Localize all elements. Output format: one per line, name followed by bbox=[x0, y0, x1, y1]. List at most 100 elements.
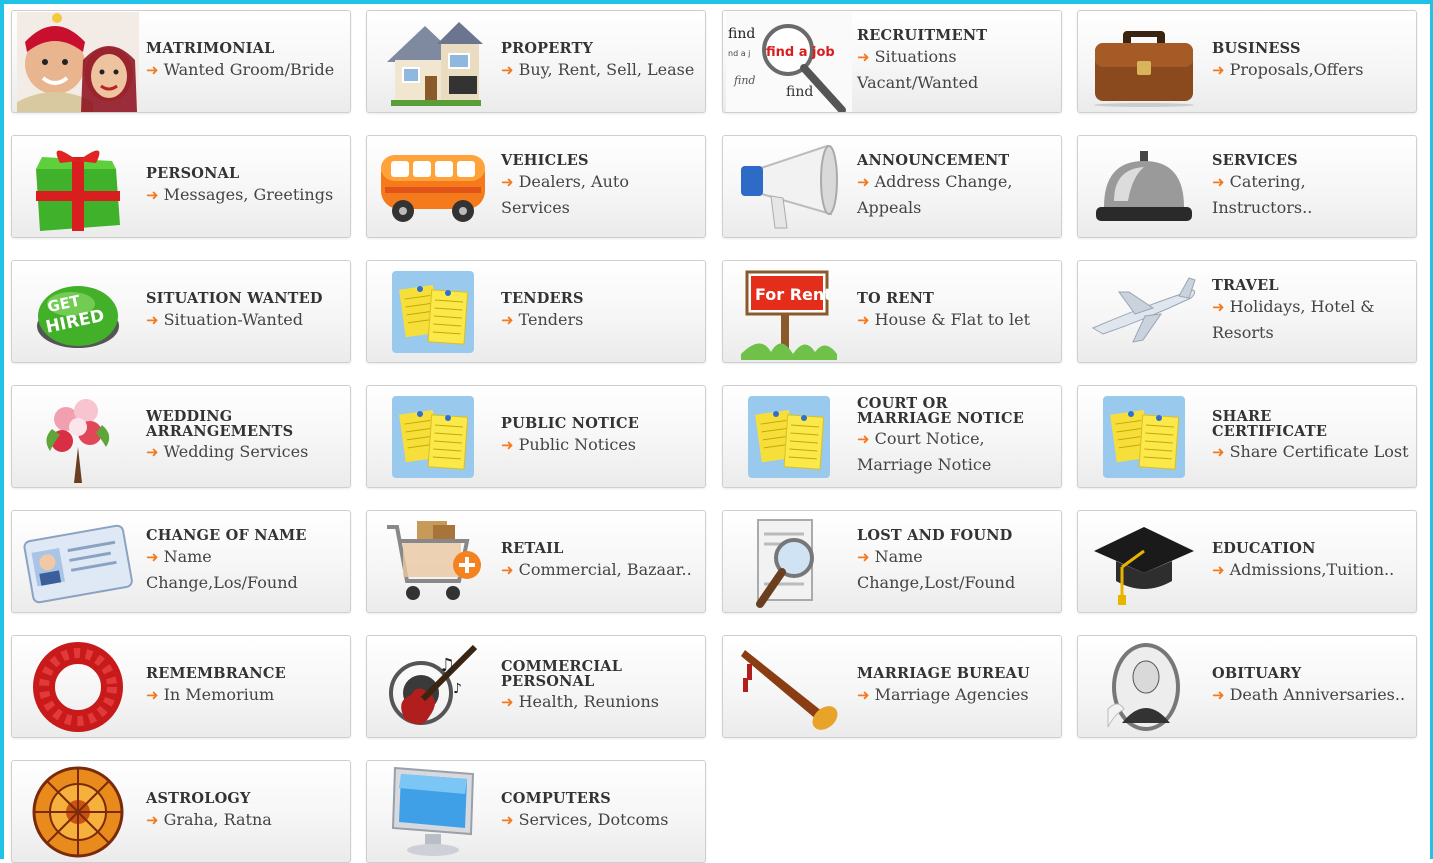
category-description-text: Wedding Services bbox=[163, 441, 309, 461]
category-title: EDUCATION bbox=[1212, 539, 1316, 557]
computer-monitor-icon bbox=[369, 763, 497, 861]
category-card-change-of-name[interactable]: CHANGE OF NAME ➜ Name Change,Los/Found bbox=[11, 510, 351, 613]
category-title: SHARE CERTIFICATE bbox=[1212, 407, 1328, 440]
category-description-text: Dealers, Auto Services bbox=[501, 171, 629, 217]
arrow-icon: ➜ bbox=[1212, 297, 1225, 316]
category-card-marriage-bureau[interactable]: MARRIAGE BUREAU ➜ Marriage Agencies bbox=[722, 635, 1062, 738]
category-card-obituary[interactable]: OBITUARY ➜ Death Anniversaries.. bbox=[1077, 635, 1417, 738]
arrow-icon: ➜ bbox=[1212, 172, 1225, 191]
category-text: SITUATION WANTED ➜ Situation-Wanted bbox=[146, 261, 344, 362]
arrow-icon: ➜ bbox=[1212, 685, 1225, 704]
category-text: PERSONAL ➜ Messages, Greetings bbox=[146, 136, 344, 237]
category-text: EDUCATION ➜ Admissions,Tuition.. bbox=[1212, 511, 1410, 612]
arrow-icon: ➜ bbox=[146, 685, 159, 704]
flower-wreath-icon bbox=[14, 638, 142, 736]
category-description: ➜ Admissions,Tuition.. bbox=[1212, 557, 1410, 583]
category-title: PROPERTY bbox=[501, 39, 594, 57]
category-card-retail[interactable]: RETAIL ➜ Commercial, Bazaar.. bbox=[366, 510, 706, 613]
category-title: PUBLIC NOTICE bbox=[501, 414, 640, 432]
category-title: SERVICES bbox=[1212, 151, 1298, 169]
portrait-frame-icon bbox=[1080, 638, 1208, 736]
megaphone-icon bbox=[725, 138, 853, 236]
category-text: TO RENT ➜ House & Flat to let bbox=[857, 261, 1055, 362]
category-description-text: Health, Reunions bbox=[518, 691, 659, 711]
category-text: MARRIAGE BUREAU ➜ Marriage Agencies bbox=[857, 636, 1055, 737]
category-card-travel[interactable]: TRAVEL ➜ Holidays, Hotel & Resorts bbox=[1077, 260, 1417, 363]
category-card-computers[interactable]: COMPUTERS ➜ Services, Dotcoms bbox=[366, 760, 706, 863]
category-title: BUSINESS bbox=[1212, 39, 1301, 57]
category-grid: MATRIMONIAL ➜ Wanted Groom/Bride PROPERTY ➜… bbox=[0, 0, 1433, 863]
category-text: COURT OR MARRIAGE NOTICE ➜ Court Notice, M… bbox=[857, 386, 1055, 487]
category-card-services[interactable]: SERVICES ➜ Catering, Instructors.. bbox=[1077, 135, 1417, 238]
arrow-icon: ➜ bbox=[501, 310, 514, 329]
category-title: RETAIL bbox=[501, 539, 564, 557]
category-text: RETAIL ➜ Commercial, Bazaar.. bbox=[501, 511, 699, 612]
category-card-public-notice[interactable]: PUBLIC NOTICE ➜ Public Notices bbox=[366, 385, 706, 488]
briefcase-icon bbox=[1080, 13, 1208, 111]
category-card-court-or-marriage-notice[interactable]: COURT OR MARRIAGE NOTICE ➜ Court Notice, M… bbox=[722, 385, 1062, 488]
category-text: MATRIMONIAL ➜ Wanted Groom/Bride bbox=[146, 11, 344, 112]
notes-icon bbox=[725, 388, 853, 486]
category-description-text: Public Notices bbox=[518, 434, 636, 454]
category-description: ➜ Health, Reunions bbox=[501, 689, 699, 715]
category-text: TRAVEL ➜ Holidays, Hotel & Resorts bbox=[1212, 261, 1410, 362]
category-card-commercial-personal[interactable]: ♫ ♪ COMMERCIAL PERSONAL ➜ Health, Reunions bbox=[366, 635, 706, 738]
category-description: ➜ Share Certificate Lost bbox=[1212, 439, 1410, 465]
category-card-property[interactable]: PROPERTY ➜ Buy, Rent, Sell, Lease bbox=[366, 10, 706, 113]
bride-groom-icon bbox=[14, 12, 142, 112]
category-description: ➜ Proposals,Offers bbox=[1212, 57, 1410, 83]
category-card-to-rent[interactable]: For Rent TO RENT ➜ House & Flat to let bbox=[722, 260, 1062, 363]
category-card-share-certificate[interactable]: SHARE CERTIFICATE ➜ Share Certificate Lost bbox=[1077, 385, 1417, 488]
category-description-text: Address Change, Appeals bbox=[857, 171, 1013, 217]
category-card-education[interactable]: EDUCATION ➜ Admissions,Tuition.. bbox=[1077, 510, 1417, 613]
category-card-matrimonial[interactable]: MATRIMONIAL ➜ Wanted Groom/Bride bbox=[11, 10, 351, 113]
category-description: ➜ Name Change,Lost/Found bbox=[857, 544, 1055, 596]
category-title: TRAVEL bbox=[1212, 276, 1279, 294]
category-description: ➜ Address Change, Appeals bbox=[857, 169, 1055, 221]
category-title: COURT OR MARRIAGE NOTICE bbox=[857, 394, 1024, 427]
category-text: ASTROLOGY ➜ Graha, Ratna bbox=[146, 761, 344, 862]
category-card-situation-wanted[interactable]: GET HIRED SITUATION WANTED ➜ Situation-Wan… bbox=[11, 260, 351, 363]
category-description-text: Proposals,Offers bbox=[1229, 59, 1364, 79]
category-text: TENDERS ➜ Tenders bbox=[501, 261, 699, 362]
category-card-personal[interactable]: PERSONAL ➜ Messages, Greetings bbox=[11, 135, 351, 238]
category-card-recruitment[interactable]: find nd a j find find find a job RECRUIT… bbox=[722, 10, 1062, 113]
category-title: MARRIAGE BUREAU bbox=[857, 664, 1030, 682]
category-description-text: Commercial, Bazaar.. bbox=[518, 559, 692, 579]
category-description: ➜ Catering, Instructors.. bbox=[1212, 169, 1410, 221]
category-text: LOST AND FOUND ➜ Name Change,Lost/Found bbox=[857, 511, 1055, 612]
category-description: ➜ Marriage Agencies bbox=[857, 682, 1055, 708]
category-text: VEHICLES ➜ Dealers, Auto Services bbox=[501, 136, 699, 237]
category-title: COMPUTERS bbox=[501, 789, 611, 807]
id-card-icon bbox=[14, 513, 142, 611]
category-description-text: Services, Dotcoms bbox=[518, 809, 669, 829]
svg-text:♫: ♫ bbox=[439, 655, 455, 676]
flower-bouquet-icon bbox=[14, 388, 142, 486]
category-text: RECRUITMENT ➜ Situations Vacant/Wanted bbox=[857, 11, 1055, 112]
category-description-text: Share Certificate Lost bbox=[1229, 441, 1409, 461]
category-card-business[interactable]: BUSINESS ➜ Proposals,Offers bbox=[1077, 10, 1417, 113]
notes-icon bbox=[1080, 388, 1208, 486]
category-card-announcement[interactable]: ANNOUNCEMENT ➜ Address Change, Appeals bbox=[722, 135, 1062, 238]
svg-text:find a job: find a job bbox=[766, 45, 835, 60]
notes-icon bbox=[369, 263, 497, 361]
category-title: CHANGE OF NAME bbox=[146, 526, 307, 544]
category-description: ➜ Services, Dotcoms bbox=[501, 807, 699, 833]
category-card-astrology[interactable]: ASTROLOGY ➜ Graha, Ratna bbox=[11, 760, 351, 863]
category-card-lost-and-found[interactable]: LOST AND FOUND ➜ Name Change,Lost/Found bbox=[722, 510, 1062, 613]
arrow-icon: ➜ bbox=[501, 692, 514, 711]
category-description: ➜ Buy, Rent, Sell, Lease bbox=[501, 57, 699, 83]
bus-icon bbox=[369, 138, 497, 236]
arrow-icon: ➜ bbox=[501, 810, 514, 829]
category-text: SERVICES ➜ Catering, Instructors.. bbox=[1212, 136, 1410, 237]
category-title: WEDDING ARRANGEMENTS bbox=[146, 407, 294, 440]
category-card-wedding-arrangements[interactable]: WEDDING ARRANGEMENTS ➜ Wedding Services bbox=[11, 385, 351, 488]
zodiac-wheel-icon bbox=[14, 763, 142, 861]
category-text: CHANGE OF NAME ➜ Name Change,Los/Found bbox=[146, 511, 344, 612]
category-card-vehicles[interactable]: VEHICLES ➜ Dealers, Auto Services bbox=[366, 135, 706, 238]
category-card-tenders[interactable]: TENDERS ➜ Tenders bbox=[366, 260, 706, 363]
notes-icon bbox=[369, 388, 497, 486]
category-description: ➜ Dealers, Auto Services bbox=[501, 169, 699, 221]
shehnai-horn-icon bbox=[725, 638, 853, 736]
category-card-remembrance[interactable]: REMEMBRANCE ➜ In Memorium bbox=[11, 635, 351, 738]
